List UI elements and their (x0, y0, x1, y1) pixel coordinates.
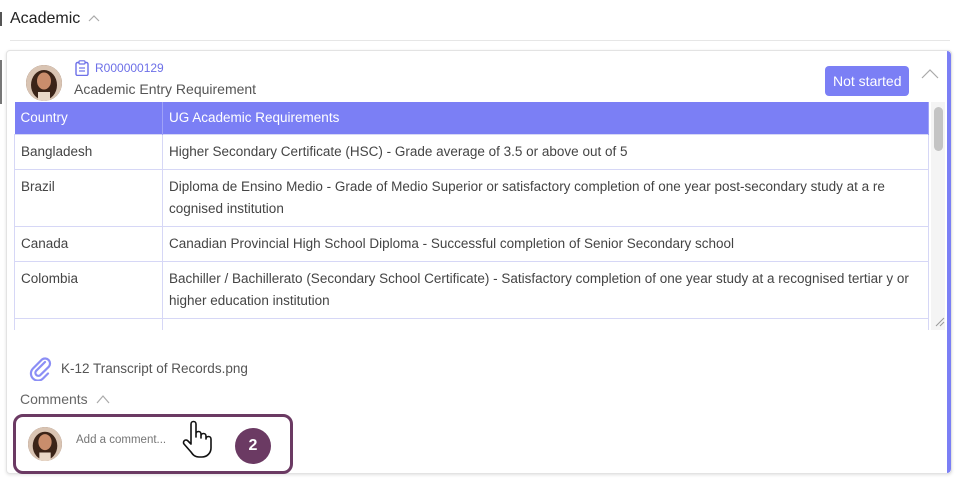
attachment-filename[interactable]: K-12 Transcript of Records.png (61, 361, 248, 376)
chevron-up-icon[interactable] (921, 67, 939, 81)
section-title: Academic (10, 10, 81, 27)
table-cell-country: Colombia (14, 260, 163, 319)
chevron-up-icon[interactable] (96, 394, 110, 404)
paperclip-icon (29, 357, 52, 381)
table-cell-country: Canada (14, 225, 163, 262)
clipboard-icon (75, 60, 89, 76)
table-cell-requirement: Canadian Provincial High School Diploma … (162, 225, 929, 262)
requirement-id-row: R000000129 (75, 60, 164, 76)
scrollbar-thumb[interactable] (934, 107, 943, 151)
requirements-table-container[interactable]: Country UG Academic Requirements Banglad… (14, 102, 929, 330)
attachment[interactable]: K-12 Transcript of Records.png (27, 355, 248, 381)
hand-cursor-icon (182, 420, 212, 458)
table-cell-country: Bangladesh (14, 133, 163, 170)
requirement-id-link[interactable]: R000000129 (95, 61, 164, 75)
comments-label: Comments (20, 391, 88, 407)
column-header-country: Country (14, 102, 163, 134)
requirements-table: Country UG Academic Requirements Banglad… (14, 102, 929, 330)
comment-highlight-box: 2 (13, 414, 293, 474)
status-badge[interactable]: Not started (825, 66, 910, 96)
resize-grip-icon[interactable] (935, 315, 945, 327)
table-cell-country: Brazil (14, 168, 163, 227)
table-row: Colombia Bachiller / Bachillerato (Secon… (14, 260, 929, 319)
table-row: Canada Canadian Provincial High School D… (14, 225, 929, 262)
avatar (26, 65, 62, 101)
comments-header[interactable]: Comments (20, 391, 110, 407)
table-row: Brazil Diploma de Ensino Medio - Grade o… (14, 168, 929, 227)
left-rail (0, 60, 2, 104)
comment-input[interactable] (76, 429, 186, 451)
table-cell-requirement: Diploma de Ensino Medio - Grade of Medio… (162, 168, 929, 227)
step-number-badge: 2 (235, 428, 271, 464)
chevron-up-icon[interactable] (88, 13, 100, 25)
divider (10, 40, 950, 41)
card-accent-bar (947, 51, 951, 473)
avatar (28, 427, 62, 461)
column-header-requirements: UG Academic Requirements (162, 102, 929, 134)
table-cell-country: Ghana (14, 317, 163, 330)
section-header[interactable]: Academic (0, 8, 100, 30)
table-cell-requirement: Higher Secondary Certificate (HSC) - Gra… (162, 133, 929, 170)
section-marker (0, 12, 2, 26)
table-cell-requirement: Bachiller / Bachillerato (Secondary Scho… (162, 260, 929, 319)
table-row: Ghana Senior Secondary School Certificat… (14, 317, 929, 330)
requirement-title: Academic Entry Requirement (74, 81, 257, 97)
table-row: Bangladesh Higher Secondary Certificate … (14, 133, 929, 170)
table-cell-requirement: Senior Secondary School Certificate/West… (162, 317, 929, 330)
table-header-row: Country UG Academic Requirements (14, 102, 929, 134)
requirement-card: R000000129 Academic Entry Requirement No… (6, 50, 952, 474)
